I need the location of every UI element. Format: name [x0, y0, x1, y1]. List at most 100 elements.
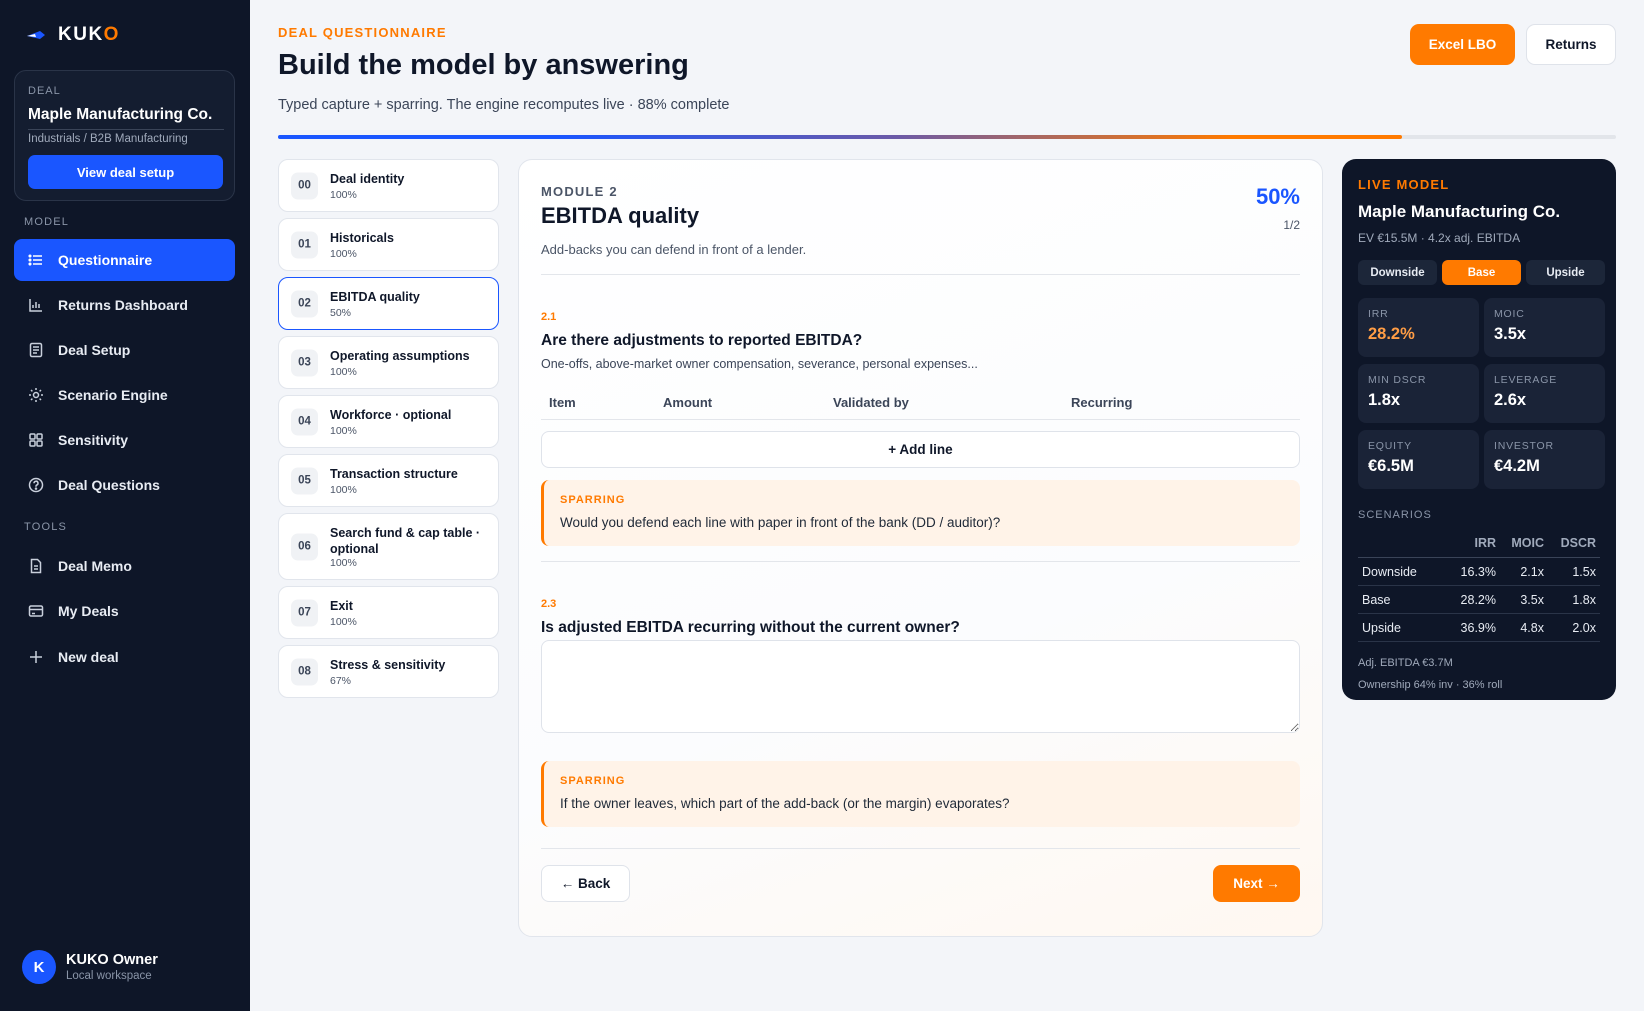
user-workspace: Local workspace: [66, 970, 152, 982]
brand-logo[interactable]: KUKO: [26, 24, 120, 46]
module-item-historicals[interactable]: 01 Historicals 100%: [278, 218, 499, 271]
kpi-irr: IRR 28.2%: [1358, 298, 1479, 357]
document-icon: [29, 342, 43, 358]
help-circle-icon: [28, 477, 44, 493]
module-item-operating-assumptions[interactable]: 03 Operating assumptions 100%: [278, 336, 499, 389]
nav-questionnaire[interactable]: Questionnaire: [14, 239, 235, 281]
progress-fill: [278, 135, 1402, 139]
module-progress: 100%: [330, 366, 357, 378]
scenario-name: Upside: [1362, 621, 1401, 635]
module-title: Deal identity: [330, 172, 405, 186]
kpi-label: EQUITY: [1368, 440, 1412, 452]
module-progress: 100%: [330, 425, 357, 437]
column-header: MOIC: [1511, 536, 1544, 550]
nav-label: Returns Dashboard: [58, 297, 188, 313]
add-line-button[interactable]: + Add line: [541, 431, 1300, 468]
sidebar: KUKO DEAL Maple Manufacturing Co. Indust…: [0, 0, 250, 1011]
nav-label: New deal: [58, 649, 119, 665]
module-number: 02: [291, 290, 318, 317]
next-button[interactable]: Next →: [1213, 865, 1300, 902]
list-icon: [28, 254, 42, 266]
column-header: Recurring: [1071, 395, 1133, 410]
module-item-deal-identity[interactable]: 00 Deal identity 100%: [278, 159, 499, 212]
scenario-moic: 3.5x: [1520, 593, 1544, 607]
question-title: Are there adjustments to reported EBITDA…: [541, 332, 863, 349]
module-item-workforce[interactable]: 04 Workforce · optional 100%: [278, 395, 499, 448]
module-progress: 100%: [330, 484, 357, 496]
kpi-label: IRR: [1368, 308, 1389, 320]
sparring-callout: SPARRING Would you defend each line with…: [541, 480, 1300, 546]
kpi-label: INVESTOR: [1494, 440, 1554, 452]
scenario-moic: 2.1x: [1520, 565, 1544, 579]
question-description: One-offs, above-market owner compensatio…: [541, 357, 978, 371]
column-header: Item: [549, 395, 576, 410]
deal-sector: Industrials / B2B Manufacturing: [28, 129, 224, 145]
nav-sensitivity[interactable]: Sensitivity: [14, 419, 235, 461]
view-deal-setup-button[interactable]: View deal setup: [28, 155, 223, 189]
nav-deal-setup[interactable]: Deal Setup: [14, 329, 235, 371]
enterprise-value: EV €15.5M · 4.2x adj. EBITDA: [1358, 231, 1521, 245]
scenarios-table: IRR MOIC DSCR Downside 16.3% 2.1x 1.5x B…: [1358, 529, 1600, 642]
module-item-search-fund[interactable]: 06 Search fund & cap table · optional 10…: [278, 513, 499, 580]
nav-label: Deal Memo: [58, 558, 132, 574]
user-profile[interactable]: K KUKO Owner Local workspace: [22, 950, 158, 984]
kpi-value: 1.8x: [1368, 391, 1401, 409]
page-subtitle: Typed capture + sparring. The engine rec…: [278, 97, 730, 113]
sparring-callout: SPARRING If the owner leaves, which part…: [541, 761, 1300, 827]
module-title-heading: EBITDA quality: [541, 203, 700, 228]
module-item-stress-sensitivity[interactable]: 08 Stress & sensitivity 67%: [278, 645, 499, 698]
column-header: Validated by: [833, 395, 909, 410]
nav-scenario-engine[interactable]: Scenario Engine: [14, 374, 235, 416]
tools-section-label: TOOLS: [24, 521, 68, 533]
excel-lbo-button[interactable]: Excel LBO: [1410, 24, 1515, 65]
module-number: 00: [291, 172, 318, 199]
nav-new-deal[interactable]: New deal: [14, 636, 235, 678]
adjusted-ebitda: Adj. EBITDA €3.7M: [1358, 657, 1453, 669]
kpi-moic: MOIC 3.5x: [1484, 298, 1605, 357]
module-number: 07: [291, 599, 318, 626]
segment-base[interactable]: Base: [1442, 260, 1521, 285]
module-progress: 100%: [330, 557, 357, 569]
sparring-text: Would you defend each line with paper in…: [560, 515, 1001, 530]
sparring-text: If the owner leaves, which part of the a…: [560, 796, 1010, 811]
deal-label: DEAL: [28, 85, 61, 97]
nav-my-deals[interactable]: My Deals: [14, 590, 235, 632]
module-description: Add-backs you can defend in front of a l…: [541, 242, 807, 257]
scenario-moic: 4.8x: [1520, 621, 1544, 635]
nav-deal-questions[interactable]: Deal Questions: [14, 464, 235, 506]
returns-button[interactable]: Returns: [1526, 24, 1616, 65]
module-title: Search fund & cap table · optional: [330, 526, 481, 556]
question-number: 2.3: [541, 598, 557, 610]
nav-label: Sensitivity: [58, 432, 129, 448]
kpi-value: 2.6x: [1494, 391, 1527, 409]
kpi-min-dscr: MIN DSCR 1.8x: [1358, 364, 1479, 423]
scenario-name: Downside: [1362, 565, 1417, 579]
sun-icon: [29, 388, 43, 402]
model-section-label: MODEL: [24, 216, 70, 228]
module-item-ebitda-quality[interactable]: 02 EBITDA quality 50%: [278, 277, 499, 330]
segment-downside[interactable]: Downside: [1358, 260, 1437, 285]
nav-returns-dashboard[interactable]: Returns Dashboard: [14, 284, 235, 326]
sparring-label: SPARRING: [560, 775, 626, 787]
nav-deal-memo[interactable]: Deal Memo: [14, 545, 235, 587]
module-item-transaction-structure[interactable]: 05 Transaction structure 100%: [278, 454, 499, 507]
bar-chart-icon: [29, 299, 42, 312]
overall-progress-bar: [278, 135, 1616, 139]
avatar: K: [22, 950, 56, 984]
page-eyebrow: DEAL QUESTIONNAIRE: [278, 25, 447, 40]
deal-name: Maple Manufacturing Co.: [28, 106, 213, 123]
module-item-exit[interactable]: 07 Exit 100%: [278, 586, 499, 639]
table-row: Downside 16.3% 2.1x 1.5x: [1358, 558, 1600, 586]
owner-recurring-answer-input[interactable]: [541, 640, 1300, 733]
table-row: Upside 36.9% 4.8x 2.0x: [1358, 614, 1600, 642]
column-header: DSCR: [1560, 536, 1596, 550]
segment-upside[interactable]: Upside: [1526, 260, 1605, 285]
module-title: Operating assumptions: [330, 349, 470, 363]
divider: [541, 561, 1300, 562]
live-deal-name: Maple Manufacturing Co.: [1358, 202, 1561, 221]
module-label: MODULE 2: [541, 184, 618, 199]
back-button[interactable]: ← Back: [541, 865, 630, 902]
scenario-dscr: 2.0x: [1572, 621, 1596, 635]
question-number: 2.1: [541, 311, 557, 323]
file-icon: [30, 558, 42, 574]
